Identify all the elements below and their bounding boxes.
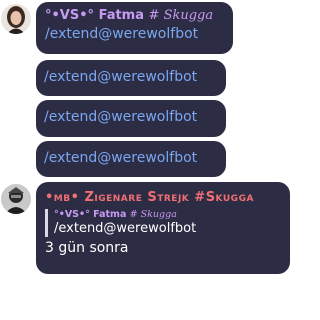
user-avatar-fatma[interactable] <box>1 4 31 34</box>
command-link[interactable]: /extend@werewolfbot <box>44 108 226 126</box>
quoted-author-tag: # Skugga <box>129 209 177 220</box>
message-author[interactable]: •mb• Zigenare Strejk #Skugga <box>45 190 282 205</box>
command-link[interactable]: /extend@werewolfbot <box>45 25 225 43</box>
command-link[interactable]: /extend@werewolfbot <box>44 149 226 167</box>
author-name: Fatma <box>98 8 145 23</box>
quoted-author: °•VS•° Fatma # Skugga <box>54 209 282 220</box>
quoted-author-name: Fatma <box>93 209 127 220</box>
message-bubble-reply[interactable]: •mb• Zigenare Strejk #Skugga °•VS•° Fatm… <box>36 182 290 274</box>
author-tag: # Skugga <box>148 8 214 23</box>
command-link[interactable]: /extend@werewolfbot <box>44 68 226 86</box>
chat-area: °•VS•° Fatma # Skugga /extend@werewolfbo… <box>0 0 291 320</box>
quoted-author-prefix: °•VS•° <box>54 209 90 220</box>
message-bubble[interactable]: /extend@werewolfbot <box>36 60 226 96</box>
message-bubble[interactable]: /extend@werewolfbot <box>36 141 226 177</box>
message-text: 3 gün sonra <box>45 240 129 256</box>
message-author[interactable]: °•VS•° Fatma # Skugga <box>45 8 225 23</box>
quoted-message[interactable]: °•VS•° Fatma # Skugga /extend@werewolfbo… <box>45 209 282 237</box>
quoted-text: /extend@werewolfbot <box>54 221 197 236</box>
woman-portrait-icon <box>1 4 31 34</box>
message-bubble[interactable]: /extend@werewolfbot <box>36 100 226 137</box>
message-bubble[interactable]: °•VS•° Fatma # Skugga /extend@werewolfbo… <box>36 2 233 54</box>
user-avatar-zigenare[interactable] <box>1 184 31 214</box>
dark-character-icon <box>1 184 31 214</box>
author-prefix: °•VS•° <box>45 8 95 23</box>
